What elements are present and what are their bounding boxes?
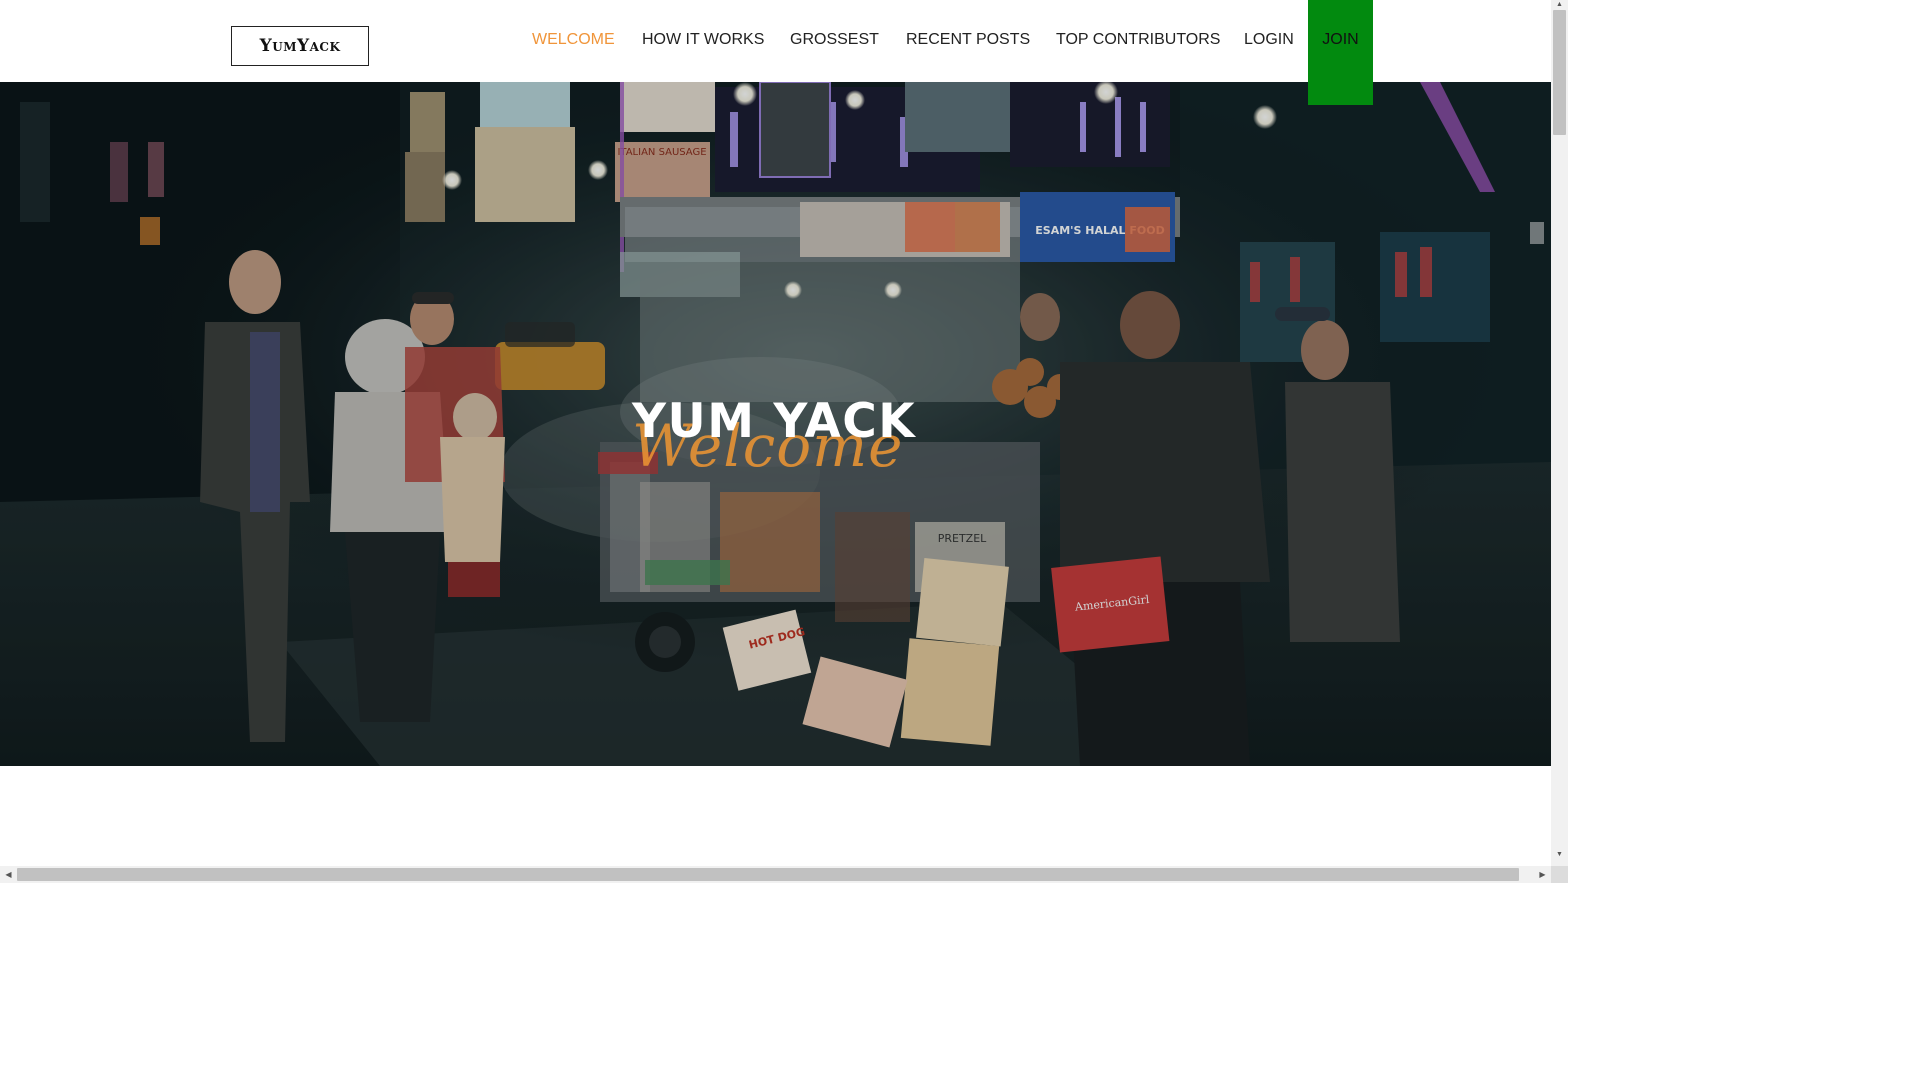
scrollbar-corner [1551, 866, 1568, 883]
nav-how-it-works[interactable]: HOW IT WORKS [642, 31, 764, 49]
scroll-up-arrow-icon[interactable]: ▲ [1551, 0, 1568, 10]
horizontal-scroll-thumb[interactable] [17, 868, 1519, 881]
join-button[interactable]: JOIN [1308, 0, 1373, 105]
vertical-scroll-thumb[interactable] [1553, 10, 1566, 135]
scroll-left-arrow-icon[interactable]: ◀ [0, 866, 17, 883]
nav-top-contributors[interactable]: TOP CONTRIBUTORS [1056, 31, 1220, 49]
scroll-down-arrow-icon[interactable]: ▼ [1551, 850, 1568, 860]
scroll-right-arrow-icon[interactable]: ▶ [1534, 866, 1551, 883]
vertical-scrollbar[interactable]: ▲ ▼ [1551, 0, 1568, 866]
join-button-label: JOIN [1322, 31, 1359, 48]
nav-recent-posts[interactable]: RECENT POSTS [906, 31, 1030, 49]
hero-banner: ITALIAN SAUSAGE ESAM'S HALAL FOOD PRETZE… [0, 82, 1551, 766]
hero-title: YUM YACK [632, 394, 917, 449]
horizontal-scrollbar[interactable]: ◀ ▶ [0, 866, 1551, 883]
nav-welcome[interactable]: WELCOME [532, 31, 615, 49]
nav-login[interactable]: LOGIN [1244, 31, 1294, 49]
nav-grossest[interactable]: GROSSEST [790, 31, 879, 49]
